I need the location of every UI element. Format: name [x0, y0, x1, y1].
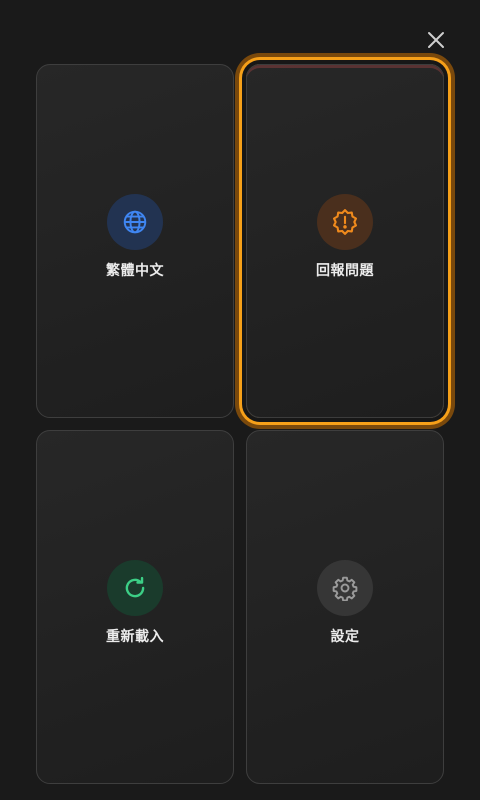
menu-card-label: 繁體中文 [106, 263, 164, 279]
menu-card-label: 回報問題 [316, 263, 374, 279]
report-issue-icon-badge [317, 194, 373, 250]
reload-icon-badge [107, 560, 163, 616]
reload-icon [125, 576, 145, 598]
menu-card-report-issue[interactable]: 回報問題 [246, 64, 444, 418]
close-icon[interactable] [427, 31, 445, 49]
menu-card-label: 重新載入 [106, 629, 164, 645]
warning-badge-icon [332, 209, 358, 235]
menu-card-label: 設定 [330, 629, 360, 645]
settings-icon-badge [317, 560, 373, 616]
globe-icon [123, 210, 147, 234]
gear-icon [332, 576, 358, 601]
language-icon-badge [107, 194, 163, 250]
menu-card-settings[interactable]: 設定 [246, 430, 444, 784]
menu-card-language[interactable]: 繁體中文 [36, 64, 234, 418]
close-button[interactable] [424, 28, 448, 52]
menu-card-reload[interactable]: 重新載入 [36, 430, 234, 784]
